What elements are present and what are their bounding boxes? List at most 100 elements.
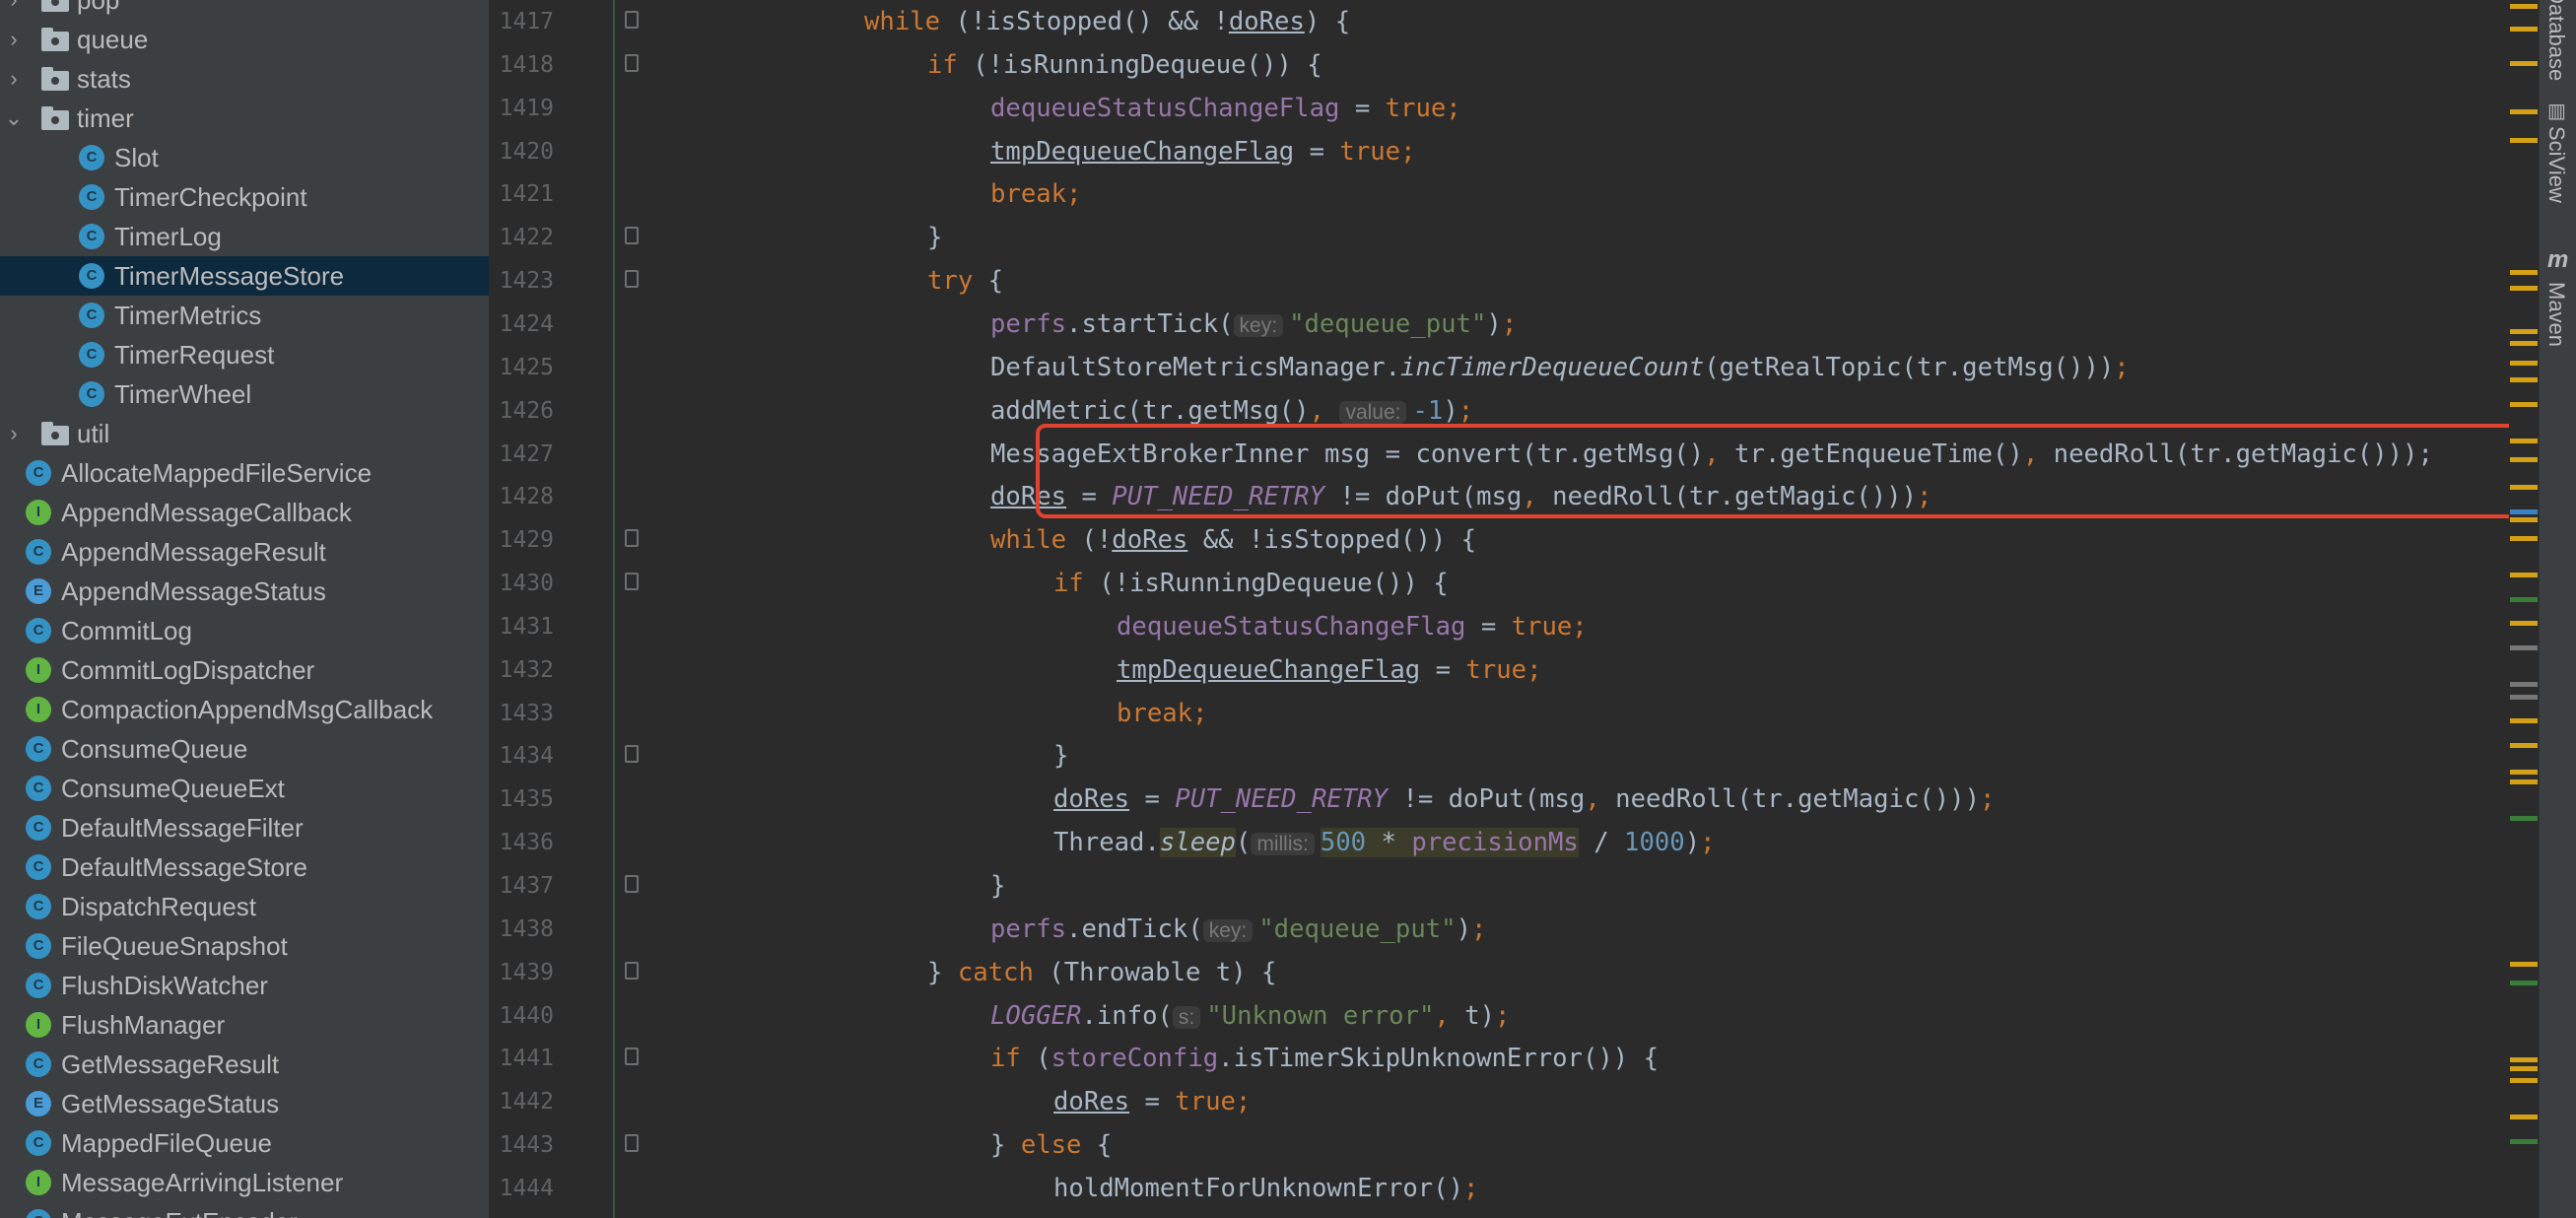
scroll-marker[interactable]: [2510, 270, 2538, 275]
tree-item[interactable]: C DefaultMessageFilter: [0, 808, 489, 847]
scroll-marker[interactable]: [2510, 1078, 2538, 1083]
line-number[interactable]: 1436: [489, 821, 554, 864]
scroll-marker[interactable]: [2510, 4, 2538, 9]
scroll-marker[interactable]: [2510, 439, 2538, 443]
code-line[interactable]: 1433 break;: [489, 692, 2509, 735]
code-line[interactable]: 1435 doRes = PUT_NEED_RETRY != doPut(msg,…: [489, 778, 2509, 821]
line-number[interactable]: 1421: [489, 172, 554, 216]
tree-item[interactable]: C TimerLog: [0, 217, 489, 256]
code-line[interactable]: 1425 DefaultStoreMetricsManager.incTimerD…: [489, 346, 2509, 389]
scroll-marker[interactable]: [2510, 981, 2538, 985]
code-editor[interactable]: 1417 while (!isStopped() && !doRes) {1418…: [489, 0, 2509, 1218]
tree-item[interactable]: C FlushDiskWatcher: [0, 966, 489, 1005]
scroll-marker[interactable]: [2510, 286, 2538, 291]
fold-marker-icon[interactable]: [625, 745, 639, 764]
chevron-right-icon[interactable]: ›: [4, 27, 24, 52]
line-number[interactable]: 1429: [489, 518, 554, 562]
code-line[interactable]: 1418 if (!isRunningDequeue()) {: [489, 43, 2509, 87]
scroll-marker[interactable]: [2510, 361, 2538, 366]
code-line[interactable]: 1437}: [489, 864, 2509, 908]
chevron-right-icon[interactable]: ›: [4, 66, 24, 92]
code-line[interactable]: 1440 LOGGER.info(s: "Unknown error", t);: [489, 994, 2509, 1038]
line-number[interactable]: 1435: [489, 778, 554, 821]
code-line[interactable]: 1444 holdMomentForUnknownError();: [489, 1167, 2509, 1210]
chevron-right-icon[interactable]: ›: [4, 0, 24, 13]
code-line[interactable]: 1417 while (!isStopped() && !doRes) {: [489, 0, 2509, 43]
tree-item[interactable]: › queue: [0, 20, 489, 59]
scroll-marker[interactable]: [2510, 509, 2538, 514]
scroll-marker[interactable]: [2510, 457, 2538, 462]
fold-marker-icon[interactable]: [625, 961, 639, 980]
tree-item[interactable]: ⌄ timer: [0, 99, 489, 138]
line-number[interactable]: 1428: [489, 475, 554, 518]
scroll-marker[interactable]: [2510, 1057, 2538, 1062]
code-line[interactable]: 1442 doRes = true;: [489, 1080, 2509, 1123]
tool-tab-sciview[interactable]: SciView: [2543, 126, 2569, 203]
line-number[interactable]: 1438: [489, 908, 554, 951]
tree-item[interactable]: C AllocateMappedFileService: [0, 453, 489, 493]
fold-marker-icon[interactable]: [625, 573, 639, 591]
scroll-marker[interactable]: [2510, 329, 2538, 334]
tree-item[interactable]: C GetMessageResult: [0, 1045, 489, 1084]
code-line[interactable]: 1441 if (storeConfig.isTimerSkipUnknownEr…: [489, 1037, 2509, 1080]
scroll-marker[interactable]: [2510, 402, 2538, 407]
scroll-marker[interactable]: [2510, 718, 2538, 723]
tree-item[interactable]: C TimerCheckpoint: [0, 177, 489, 217]
line-number[interactable]: 1437: [489, 864, 554, 908]
tree-item[interactable]: C DefaultMessageStore: [0, 847, 489, 887]
scroll-marker[interactable]: [2510, 573, 2538, 577]
code-line[interactable]: 1431 dequeueStatusChangeFlag = true;: [489, 605, 2509, 648]
code-line[interactable]: 1432 tmpDequeueChangeFlag = true;: [489, 648, 2509, 692]
scroll-marker[interactable]: [2510, 1139, 2538, 1144]
code-line[interactable]: 1421 break;: [489, 172, 2509, 216]
code-line[interactable]: 1443} else {: [489, 1123, 2509, 1167]
scroll-marker[interactable]: [2510, 695, 2538, 700]
tree-item[interactable]: C ConsumeQueue: [0, 729, 489, 769]
tree-item[interactable]: C MessageExtEncoder: [0, 1202, 489, 1218]
tree-item[interactable]: E AppendMessageStatus: [0, 572, 489, 611]
fold-marker-icon[interactable]: [625, 11, 639, 29]
scroll-marker[interactable]: [2510, 770, 2538, 775]
code-line[interactable]: 1424 perfs.startTick(key: "dequeue_put");: [489, 303, 2509, 346]
tree-item[interactable]: C AppendMessageResult: [0, 532, 489, 572]
tool-tab-maven[interactable]: Maven: [2543, 282, 2569, 347]
line-number[interactable]: 1420: [489, 130, 554, 173]
scroll-marker[interactable]: [2510, 138, 2538, 143]
scroll-marker[interactable]: [2510, 1066, 2538, 1071]
scroll-marker[interactable]: [2510, 597, 2538, 602]
error-stripe-scrollbar[interactable]: [2509, 0, 2539, 1218]
tree-item[interactable]: I AppendMessageCallback: [0, 493, 489, 532]
tree-item[interactable]: › stats: [0, 59, 489, 99]
line-number[interactable]: 1425: [489, 346, 554, 389]
line-number[interactable]: 1442: [489, 1080, 554, 1123]
code-line[interactable]: 1436 Thread.sleep(millis: 500 * precisionM…: [489, 821, 2509, 864]
tree-item[interactable]: C ConsumeQueueExt: [0, 769, 489, 808]
code-line[interactable]: 1434}: [489, 734, 2509, 778]
fold-marker-icon[interactable]: [625, 1048, 639, 1066]
tree-item[interactable]: I CompactionAppendMsgCallback: [0, 690, 489, 729]
scroll-marker[interactable]: [2510, 779, 2538, 784]
tree-item[interactable]: C Slot: [0, 138, 489, 177]
code-line[interactable]: 1430 if (!isRunningDequeue()) {: [489, 562, 2509, 605]
code-line[interactable]: 1439} catch (Throwable t) {: [489, 951, 2509, 994]
scroll-marker[interactable]: [2510, 109, 2538, 114]
scroll-marker[interactable]: [2510, 61, 2538, 66]
scroll-marker[interactable]: [2510, 645, 2538, 650]
scroll-marker[interactable]: [2510, 27, 2538, 32]
tree-item[interactable]: C DispatchRequest: [0, 887, 489, 926]
tree-item[interactable]: I MessageArrivingListener: [0, 1163, 489, 1202]
line-number[interactable]: 1418: [489, 43, 554, 87]
code-line[interactable]: 1420 tmpDequeueChangeFlag = true;: [489, 130, 2509, 173]
fold-marker-icon[interactable]: [625, 270, 639, 289]
scroll-marker[interactable]: [2510, 341, 2538, 346]
tree-item[interactable]: C TimerMessageStore: [0, 256, 489, 296]
scroll-marker[interactable]: [2510, 682, 2538, 687]
tree-item[interactable]: I CommitLogDispatcher: [0, 650, 489, 690]
chevron-right-icon[interactable]: ›: [4, 421, 24, 446]
tree-item[interactable]: C FileQueueSnapshot: [0, 926, 489, 966]
code-line[interactable]: 1419 dequeueStatusChangeFlag = true;: [489, 87, 2509, 130]
tree-item[interactable]: C TimerWheel: [0, 374, 489, 414]
line-number[interactable]: 1419: [489, 87, 554, 130]
line-number[interactable]: 1417: [489, 0, 554, 43]
line-number[interactable]: 1430: [489, 562, 554, 605]
